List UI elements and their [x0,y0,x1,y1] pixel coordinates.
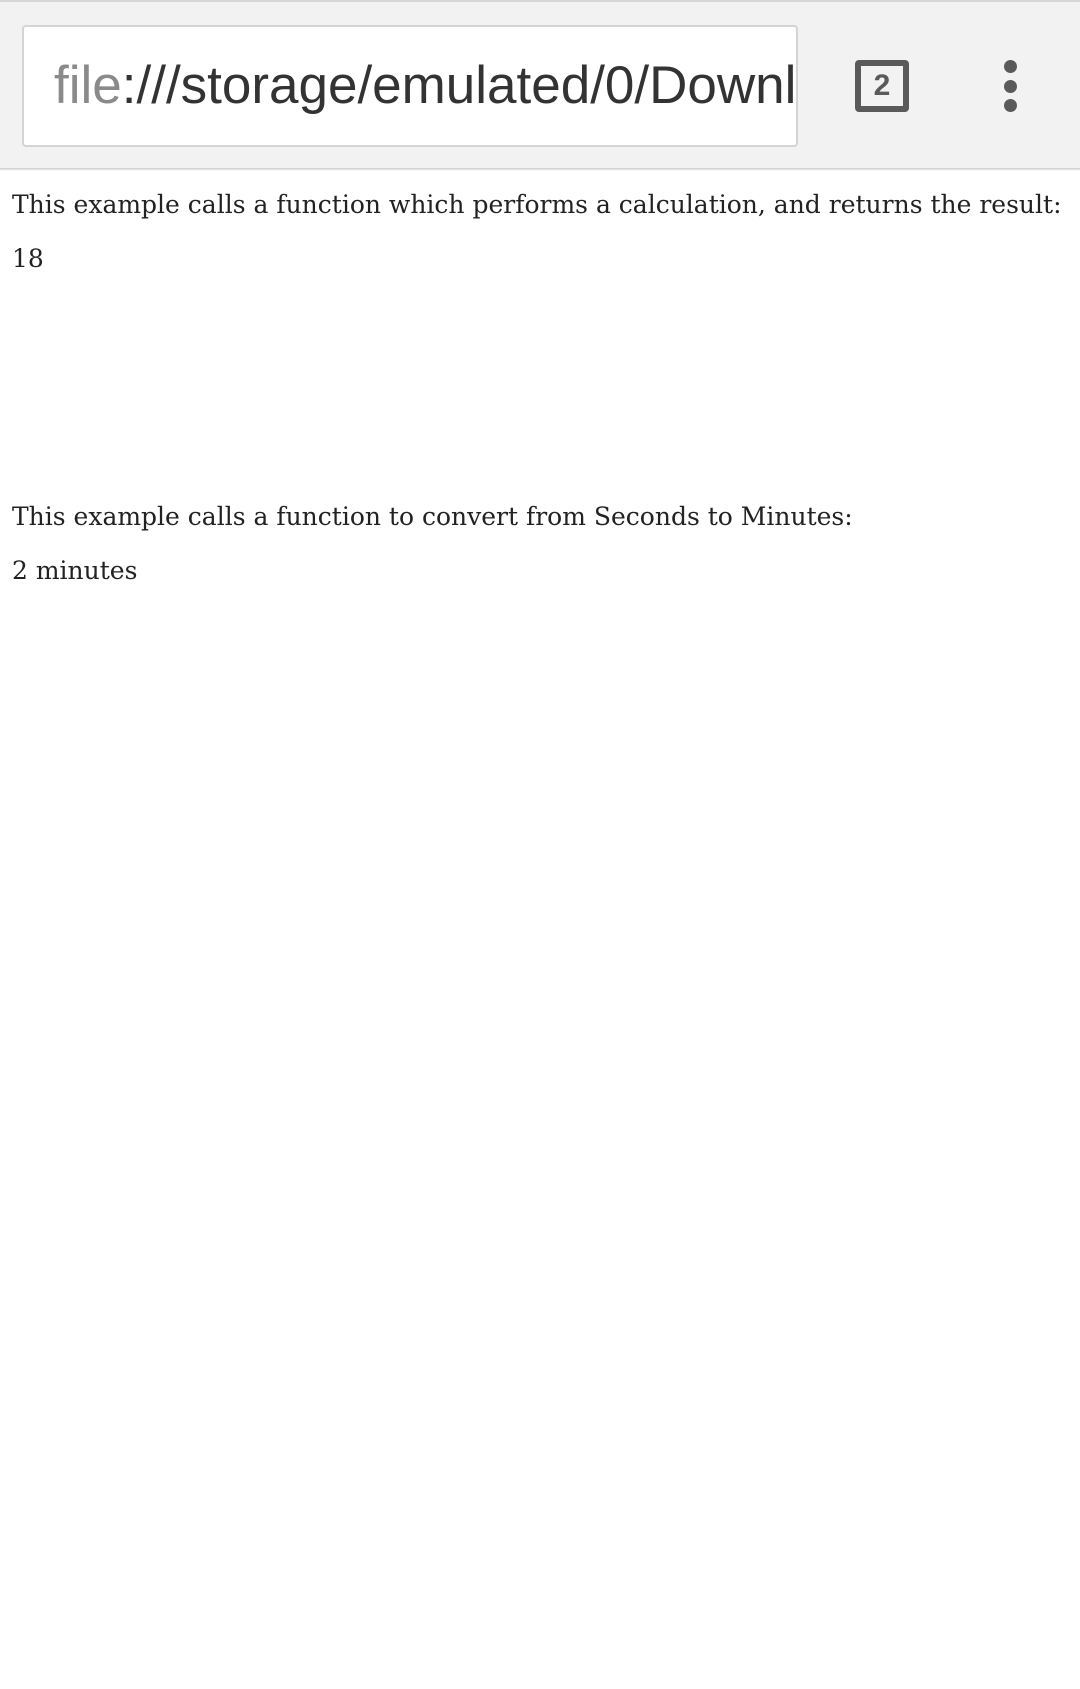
menu-dot [1003,99,1017,112]
browser-toolbar: file:///storage/emulated/0/Downl 2 [0,0,1080,168]
example1-result: 18 [12,244,44,273]
menu-dot [1003,60,1017,73]
toolbar-shadow [0,168,1080,171]
example2-description: This example calls a function to convert… [12,502,853,531]
menu-dot [1003,79,1017,93]
url-bar[interactable]: file:///storage/emulated/0/Downl [22,25,798,147]
example2-result: 2 minutes [12,556,138,585]
overflow-menu-icon[interactable] [995,60,1025,112]
url-scheme: file [54,56,122,115]
example1-description: This example calls a function which perf… [12,190,1062,219]
url-text[interactable]: file:///storage/emulated/0/Downl [54,27,794,145]
tab-switcher-button[interactable]: 2 [855,60,909,112]
tab-count: 2 [873,69,891,102]
url-path: :///storage/emulated/0/Downl [121,56,794,115]
